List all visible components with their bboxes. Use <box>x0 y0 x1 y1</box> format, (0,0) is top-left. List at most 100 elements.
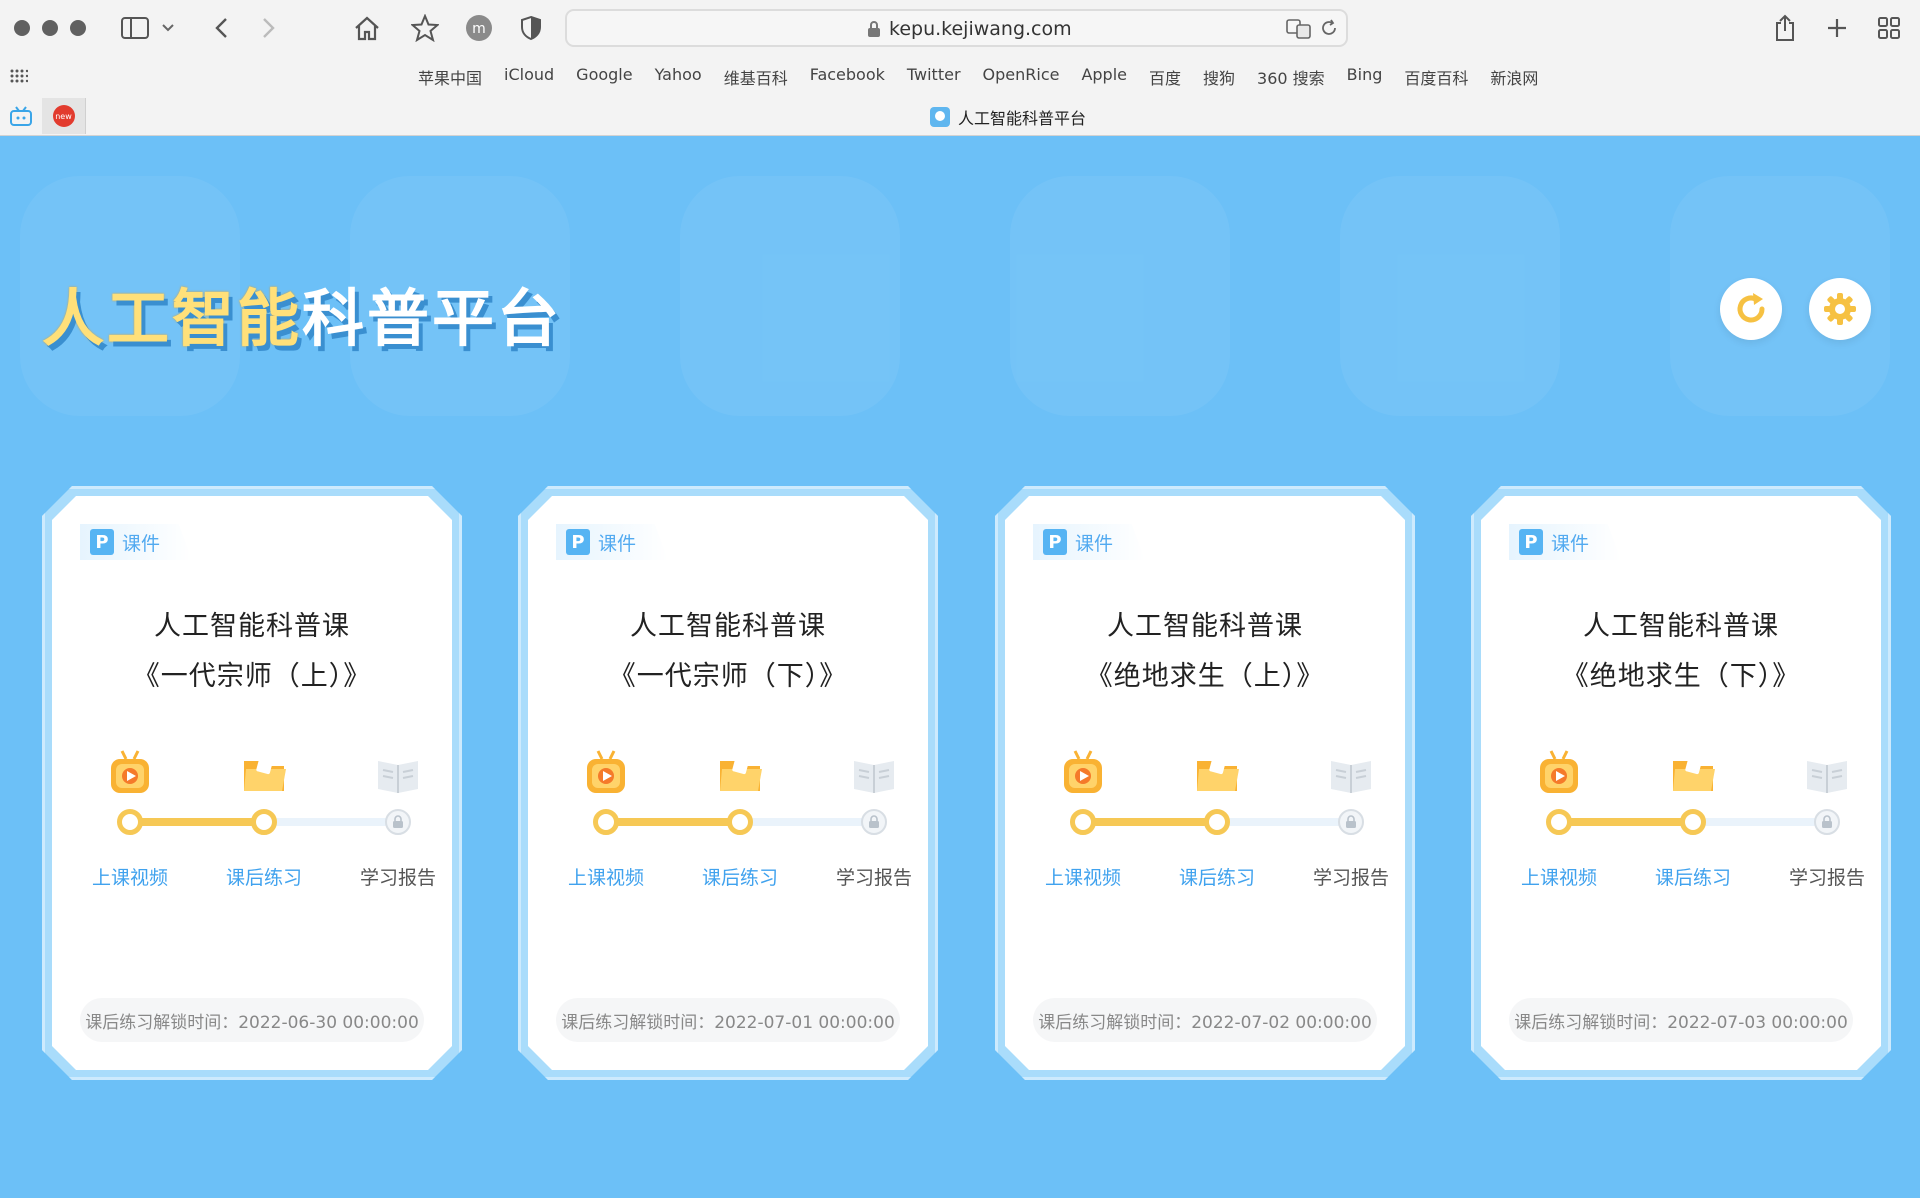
courseware-tag: P 课件 <box>1033 524 1145 560</box>
courseware-tag-label: 课件 <box>1075 532 1114 555</box>
minimize-window-button[interactable] <box>42 20 58 36</box>
sidebar-icon[interactable] <box>118 12 152 44</box>
bookmark-item[interactable]: Facebook <box>810 65 885 89</box>
refresh-button[interactable] <box>1720 278 1782 340</box>
close-window-button[interactable] <box>14 20 30 36</box>
tab-title-text: 人工智能科普平台 <box>958 109 1087 128</box>
reload-icon[interactable] <box>1320 19 1338 37</box>
report-book-icon[interactable] <box>850 749 898 797</box>
step-label-video[interactable]: 上课视频 <box>551 863 661 890</box>
step-dot-exercise <box>251 809 277 835</box>
bookmark-item[interactable]: 百度 <box>1149 65 1181 89</box>
step-label-video[interactable]: 上课视频 <box>1028 863 1138 890</box>
exercise-folder-icon[interactable] <box>716 749 764 797</box>
tab-overview-icon[interactable] <box>1872 12 1906 44</box>
bookmark-item[interactable]: Apple <box>1081 65 1127 89</box>
page-content: 人工智能科普平台 P 课件 人工智能科普课 《一代宗师（上）》 上课视频 课后练… <box>0 136 1920 1198</box>
bookmarks-bar: 苹果中国 iCloud Google Yahoo 维基百科 Facebook Twitter… <box>0 56 1920 96</box>
exercise-folder-icon[interactable] <box>240 749 288 797</box>
extension-m-icon[interactable]: m <box>462 12 496 44</box>
back-icon[interactable] <box>204 12 238 44</box>
lock-icon <box>1338 809 1364 835</box>
course-card[interactable]: P 课件 人工智能科普课 《一代宗师（下）》 上课视频 课后练习 学习报告 课后… <box>518 486 938 1080</box>
background-pattern <box>1340 176 1560 416</box>
step-dot-exercise <box>1204 809 1230 835</box>
step-label-report[interactable]: 学习报告 <box>819 863 929 890</box>
bookmark-item[interactable]: 维基百科 <box>724 65 788 89</box>
background-pattern <box>1010 176 1230 416</box>
step-label-video[interactable]: 上课视频 <box>75 863 185 890</box>
bookmark-item[interactable]: Twitter <box>907 65 961 89</box>
new-badge-icon: new <box>52 105 75 127</box>
step-dot-exercise <box>727 809 753 835</box>
tab-bar: new 人工智能科普平台 <box>0 96 1920 136</box>
step-label-report[interactable]: 学习报告 <box>1772 863 1882 890</box>
course-card[interactable]: P 课件 人工智能科普课 《绝地求生（下）》 上课视频 课后练习 学习报告 课后… <box>1471 486 1891 1080</box>
bookmark-item[interactable]: 搜狗 <box>1203 65 1235 89</box>
settings-button[interactable] <box>1809 278 1871 340</box>
step-label-exercise[interactable]: 课后练习 <box>209 863 319 890</box>
card-body: P 课件 人工智能科普课 《绝地求生（上）》 上课视频 课后练习 学习报告 课后… <box>1005 496 1405 1070</box>
step-dot-video <box>1546 809 1572 835</box>
apps-grid-icon[interactable] <box>10 69 28 83</box>
step-label-exercise[interactable]: 课后练习 <box>1638 863 1748 890</box>
bookmark-item[interactable]: 苹果中国 <box>418 65 482 89</box>
step-label-report[interactable]: 学习报告 <box>343 863 453 890</box>
lock-icon <box>385 809 411 835</box>
video-tv-icon[interactable] <box>1535 749 1583 797</box>
svg-text:m: m <box>472 21 486 37</box>
bookmark-item[interactable]: Yahoo <box>655 65 702 89</box>
site-title: 人工智能科普平台 <box>42 268 562 358</box>
step-label-video[interactable]: 上课视频 <box>1504 863 1614 890</box>
zoom-window-button[interactable] <box>70 20 86 36</box>
step-label-exercise[interactable]: 课后练习 <box>1162 863 1272 890</box>
progress-completed <box>606 818 746 826</box>
ppt-icon: P <box>90 529 114 555</box>
courseware-tag-label: 课件 <box>122 532 161 555</box>
step-dot-video <box>117 809 143 835</box>
exercise-folder-icon[interactable] <box>1193 749 1241 797</box>
pinned-tab-bilibili[interactable] <box>0 98 42 134</box>
card-body: P 课件 人工智能科普课 《绝地求生（下）》 上课视频 课后练习 学习报告 课后… <box>1481 496 1881 1070</box>
translate-icon[interactable] <box>1286 18 1312 40</box>
address-bar[interactable]: kepu.kejiwang.com <box>565 9 1348 47</box>
card-body: P 课件 人工智能科普课 《一代宗师（下）》 上课视频 课后练习 学习报告 课后… <box>528 496 928 1070</box>
bookmark-item[interactable]: Bing <box>1347 65 1383 89</box>
pinned-tab-new[interactable]: new <box>42 98 86 134</box>
star-icon[interactable] <box>408 12 442 44</box>
forward-icon[interactable] <box>252 12 286 44</box>
bookmark-item[interactable]: 360 搜索 <box>1257 65 1325 89</box>
unlock-time: 课后练习解锁时间：2022-07-03 00:00:00 <box>1509 998 1853 1042</box>
course-card[interactable]: P 课件 人工智能科普课 《绝地求生（上）》 上课视频 课后练习 学习报告 课后… <box>995 486 1415 1080</box>
video-tv-icon[interactable] <box>1059 749 1107 797</box>
exercise-folder-icon[interactable] <box>1669 749 1717 797</box>
report-book-icon[interactable] <box>1327 749 1375 797</box>
course-card[interactable]: P 课件 人工智能科普课 《一代宗师（上）》 上课视频 课后练习 学习报告 课后… <box>42 486 462 1080</box>
bookmark-item[interactable]: 百度百科 <box>1404 65 1468 89</box>
bookmark-item[interactable]: Google <box>576 65 632 89</box>
card-body: P 课件 人工智能科普课 《一代宗师（上）》 上课视频 课后练习 学习报告 课后… <box>52 496 452 1070</box>
unlock-time: 课后练习解锁时间：2022-07-02 00:00:00 <box>1033 998 1377 1042</box>
course-title-line2: 《绝地求生（下）》 <box>1561 661 1801 692</box>
home-icon[interactable] <box>350 12 384 44</box>
bookmark-item[interactable]: iCloud <box>504 65 554 89</box>
shield-icon[interactable] <box>514 12 548 44</box>
share-icon[interactable] <box>1768 12 1802 44</box>
report-book-icon[interactable] <box>374 749 422 797</box>
new-tab-icon[interactable] <box>1820 12 1854 44</box>
ppt-icon: P <box>566 529 590 555</box>
active-tab[interactable]: 人工智能科普平台 <box>930 105 1086 129</box>
chevron-down-icon[interactable] <box>158 12 178 44</box>
course-title-line2: 《一代宗师（下）》 <box>608 661 848 692</box>
video-tv-icon[interactable] <box>582 749 630 797</box>
step-label-exercise[interactable]: 课后练习 <box>685 863 795 890</box>
video-tv-icon[interactable] <box>106 749 154 797</box>
refresh-icon <box>1737 293 1765 323</box>
report-book-icon[interactable] <box>1803 749 1851 797</box>
bookmark-item[interactable]: OpenRice <box>983 65 1060 89</box>
step-label-report[interactable]: 学习报告 <box>1296 863 1406 890</box>
bookmark-item[interactable]: 新浪网 <box>1490 65 1538 89</box>
courseware-tag: P 课件 <box>1509 524 1621 560</box>
url-text: kepu.kejiwang.com <box>889 18 1072 40</box>
browser-toolbar: m kepu.kejiwang.com <box>0 0 1920 56</box>
